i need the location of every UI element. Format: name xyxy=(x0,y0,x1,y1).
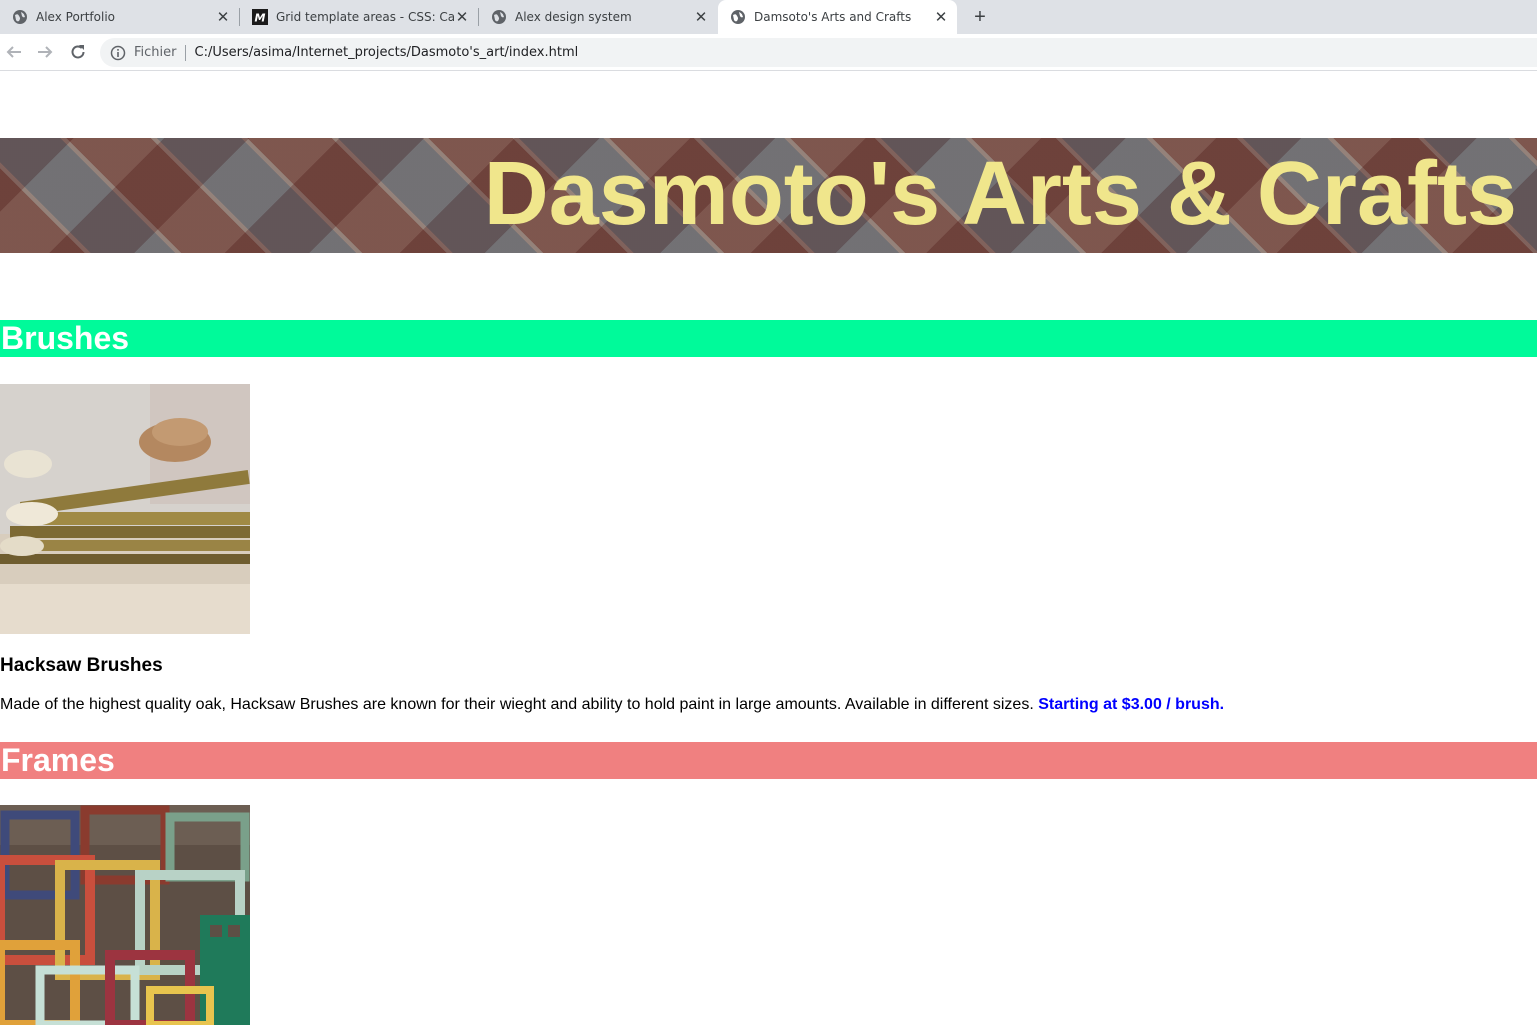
tab-title: Alex design system xyxy=(515,10,632,24)
price-text: Starting at $3.00 / brush. xyxy=(1038,696,1225,713)
globe-icon xyxy=(13,10,27,24)
close-icon[interactable]: ✕ xyxy=(693,8,709,26)
reload-icon xyxy=(71,45,85,59)
forward-button[interactable] xyxy=(33,40,57,64)
close-icon[interactable]: ✕ xyxy=(933,8,949,26)
tab-title: Alex Portfolio xyxy=(36,10,115,24)
new-tab-button[interactable]: + xyxy=(968,5,992,29)
tab-title: Grid template areas - CSS: Cascading xyxy=(276,10,454,24)
tab-alex-portfolio[interactable]: Alex Portfolio ✕ xyxy=(0,0,239,34)
brushes-image xyxy=(0,384,250,634)
tab-strip: Alex Portfolio ✕ M Grid template areas -… xyxy=(0,0,1537,34)
tab-damsotos-arts-and-crafts[interactable]: Damsoto's Arts and Crafts ✕ xyxy=(718,0,957,34)
product-name: Hacksaw Brushes xyxy=(0,655,163,676)
tab-alex-design-system[interactable]: Alex design system ✕ xyxy=(479,0,717,34)
svg-text:M: M xyxy=(255,12,266,25)
close-icon[interactable]: ✕ xyxy=(454,8,470,26)
frames-image xyxy=(0,805,250,1025)
reload-button[interactable] xyxy=(66,40,90,64)
product-description: Made of the highest quality oak, Hacksaw… xyxy=(0,696,1224,714)
description-text: Made of the highest quality oak, Hacksaw… xyxy=(0,696,1034,713)
arrow-right-icon xyxy=(38,46,53,58)
arrow-left-icon xyxy=(6,46,21,58)
address-divider xyxy=(184,44,186,61)
page-title: Dasmoto's Arts & Crafts xyxy=(483,144,1517,244)
close-icon[interactable]: ✕ xyxy=(215,8,231,26)
frames-heading: Frames xyxy=(0,742,1537,779)
tab-grid-template-areas[interactable]: M Grid template areas - CSS: Cascading ✕ xyxy=(240,0,478,34)
info-icon[interactable] xyxy=(110,45,126,61)
url-text[interactable]: C:/Users/asima/Internet_projects/Dasmoto… xyxy=(195,45,579,60)
address-bar[interactable]: Fichier C:/Users/asima/Internet_projects… xyxy=(100,38,1537,67)
scheme-label: Fichier xyxy=(134,45,177,60)
banner: Dasmoto's Arts & Crafts xyxy=(0,138,1537,253)
brushes-heading: Brushes xyxy=(0,320,1537,357)
back-button[interactable] xyxy=(2,40,26,64)
page-content: Dasmoto's Arts & Crafts Brushes Hacksaw … xyxy=(0,72,1537,1025)
browser-toolbar: Fichier C:/Users/asima/Internet_projects… xyxy=(0,34,1537,71)
globe-icon xyxy=(731,10,745,24)
globe-icon xyxy=(492,10,506,24)
tab-title: Damsoto's Arts and Crafts xyxy=(754,10,912,24)
mdn-icon: M xyxy=(252,9,268,25)
